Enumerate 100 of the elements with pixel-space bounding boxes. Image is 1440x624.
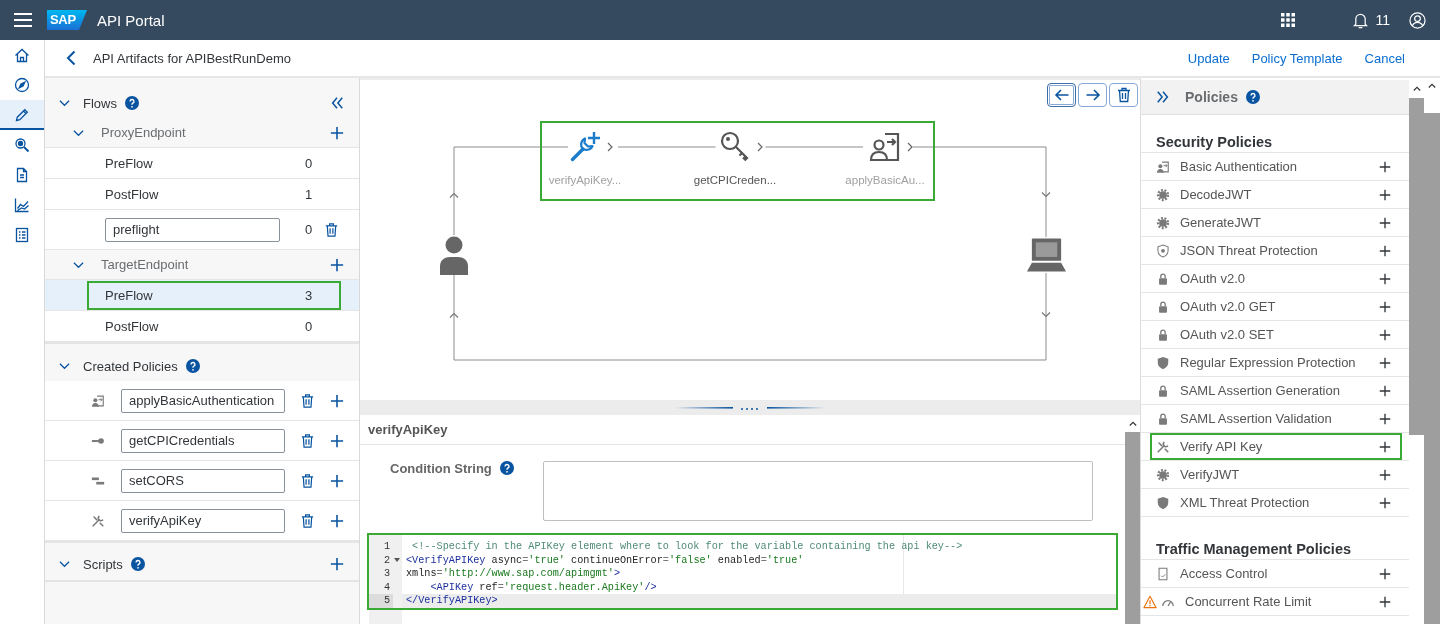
flow-item[interactable]: PostFlow 0 bbox=[45, 311, 359, 342]
delete-button[interactable] bbox=[300, 512, 315, 529]
add-button[interactable] bbox=[330, 257, 344, 272]
policy-item[interactable]: GenerateJWT bbox=[1141, 209, 1409, 237]
flow-name-field[interactable]: preflight bbox=[105, 217, 280, 242]
notifications-button[interactable]: 11 bbox=[1353, 11, 1390, 29]
policy-name: GenerateJWT bbox=[1180, 215, 1261, 230]
add-button[interactable] bbox=[1379, 300, 1391, 313]
plus-icon bbox=[330, 125, 344, 140]
add-button[interactable] bbox=[1379, 188, 1391, 201]
help-icon[interactable] bbox=[1245, 90, 1260, 104]
flow-item[interactable]: PreFlow 3 bbox=[45, 280, 359, 311]
nav-item[interactable] bbox=[0, 100, 44, 130]
policy-item[interactable]: Regular Expression Protection bbox=[1141, 349, 1409, 377]
delete-button[interactable] bbox=[300, 472, 315, 489]
policy-item[interactable]: Basic Authentication bbox=[1141, 153, 1409, 181]
chevron-down-icon[interactable] bbox=[73, 128, 84, 137]
add-button[interactable] bbox=[1379, 384, 1391, 397]
add-button[interactable] bbox=[330, 393, 344, 408]
app-launcher-button[interactable] bbox=[1281, 13, 1296, 27]
add-button[interactable] bbox=[330, 433, 344, 448]
compass-icon bbox=[14, 77, 30, 93]
add-button[interactable] bbox=[1379, 595, 1391, 608]
back-button[interactable] bbox=[66, 50, 76, 66]
policy-count: 0 bbox=[305, 155, 314, 171]
expand-panel-button[interactable] bbox=[1156, 90, 1170, 104]
double-chevron-right-icon bbox=[1156, 90, 1170, 104]
policy-name-field[interactable]: verifyApiKey bbox=[121, 508, 285, 533]
add-button[interactable] bbox=[1379, 440, 1391, 453]
policy-item[interactable]: Concurrent Rate Limit bbox=[1141, 588, 1409, 616]
trash-icon bbox=[1115, 87, 1132, 103]
section-title: Flows bbox=[83, 95, 117, 111]
delete-button[interactable] bbox=[300, 432, 315, 449]
add-button[interactable] bbox=[330, 557, 344, 571]
collapse-panel-button[interactable] bbox=[330, 96, 344, 110]
delete-button[interactable] bbox=[300, 392, 315, 409]
line-number: 2 bbox=[382, 553, 391, 567]
delete-button[interactable] bbox=[324, 221, 339, 238]
chevron-down-icon[interactable] bbox=[59, 362, 70, 370]
group-title: Traffic Management Policies bbox=[1141, 517, 1409, 560]
policy-item[interactable]: VerifyJWT bbox=[1141, 461, 1409, 489]
add-button[interactable] bbox=[330, 513, 344, 528]
move-left-button[interactable] bbox=[1047, 83, 1076, 107]
user-menu-button[interactable] bbox=[1409, 11, 1426, 29]
policy-item[interactable]: OAuth v2.0 bbox=[1141, 265, 1409, 293]
person-arrow-icon[interactable] bbox=[868, 130, 902, 164]
condition-field[interactable] bbox=[543, 461, 1093, 521]
header-action-link[interactable]: Update bbox=[1187, 50, 1230, 66]
help-icon[interactable] bbox=[130, 557, 145, 571]
scrollbar-thumb[interactable] bbox=[1125, 432, 1140, 624]
scroll-up-icon[interactable] bbox=[1128, 421, 1137, 426]
add-button[interactable] bbox=[1379, 356, 1391, 369]
add-button[interactable] bbox=[1379, 468, 1391, 481]
policy-item[interactable]: Access Control bbox=[1141, 560, 1409, 588]
policy-item[interactable]: DecodeJWT bbox=[1141, 181, 1409, 209]
help-icon[interactable] bbox=[124, 96, 139, 110]
header-action-link[interactable]: Cancel bbox=[1364, 50, 1405, 66]
plus-icon bbox=[1379, 468, 1391, 481]
wrench-plus-icon[interactable] bbox=[568, 130, 602, 164]
help-icon[interactable] bbox=[185, 359, 200, 373]
scrollbar-thumb[interactable] bbox=[1424, 113, 1440, 624]
add-button[interactable] bbox=[1379, 496, 1391, 509]
code-editor[interactable] bbox=[367, 533, 1118, 610]
policy-name-field[interactable]: applyBasicAuthentication bbox=[121, 388, 285, 413]
flow-item[interactable]: PostFlow 1 bbox=[45, 179, 359, 210]
policy-item[interactable]: JSON Threat Protection bbox=[1141, 237, 1409, 265]
policy-name-field[interactable]: setCORS bbox=[121, 468, 285, 493]
add-button[interactable] bbox=[1379, 244, 1391, 257]
policy-name: SAML Assertion Generation bbox=[1180, 383, 1340, 398]
fold-caret-icon[interactable] bbox=[394, 558, 400, 563]
add-button[interactable] bbox=[1379, 160, 1391, 173]
policy-name-field[interactable]: getCPICredentials bbox=[121, 428, 285, 453]
chevron-down-icon[interactable] bbox=[59, 560, 70, 568]
add-button[interactable] bbox=[1379, 412, 1391, 425]
help-icon[interactable] bbox=[499, 461, 514, 475]
delete-button[interactable] bbox=[1109, 83, 1138, 107]
move-right-button[interactable] bbox=[1078, 83, 1107, 107]
plus-icon bbox=[1379, 188, 1391, 201]
flow-item[interactable]: preflight 0 bbox=[45, 210, 359, 250]
add-button[interactable] bbox=[1379, 567, 1391, 580]
arrowhead-icon bbox=[449, 312, 459, 318]
add-button[interactable] bbox=[1379, 216, 1391, 229]
flow-item[interactable]: PreFlow 0 bbox=[45, 148, 359, 179]
add-button[interactable] bbox=[330, 473, 344, 488]
policy-item[interactable]: SAML Assertion Validation bbox=[1141, 405, 1409, 433]
header-action-link[interactable]: Policy Template bbox=[1251, 50, 1343, 66]
add-button[interactable] bbox=[1379, 272, 1391, 285]
add-button[interactable] bbox=[330, 125, 344, 140]
scrollbar-thumb[interactable] bbox=[1409, 98, 1424, 435]
policy-item[interactable]: XML Threat Protection bbox=[1141, 489, 1409, 517]
chevron-down-icon[interactable] bbox=[59, 99, 70, 107]
policy-item[interactable]: OAuth v2.0 GET bbox=[1141, 293, 1409, 321]
plus-icon bbox=[1379, 496, 1391, 509]
menu-button[interactable] bbox=[14, 13, 32, 27]
add-button[interactable] bbox=[1379, 328, 1391, 341]
policy-item[interactable]: Verify API Key bbox=[1141, 433, 1409, 461]
chevron-down-icon[interactable] bbox=[73, 260, 84, 269]
grip-icon bbox=[675, 404, 825, 411]
policy-item[interactable]: OAuth v2.0 SET bbox=[1141, 321, 1409, 349]
policy-item[interactable]: SAML Assertion Generation bbox=[1141, 377, 1409, 405]
